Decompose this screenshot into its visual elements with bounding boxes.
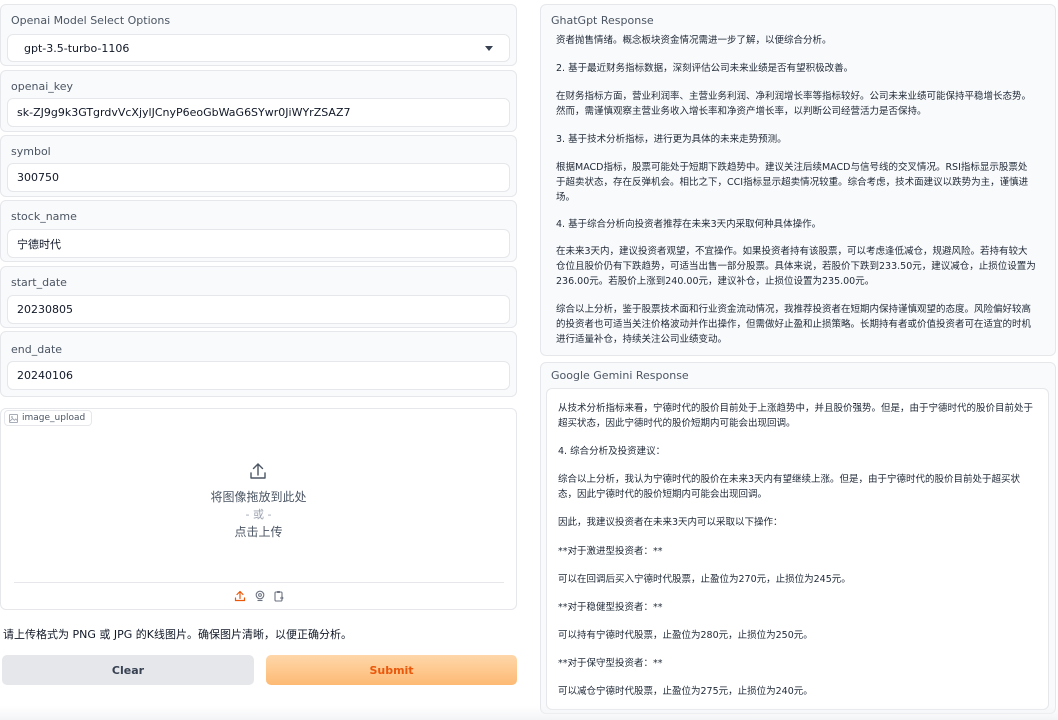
model-select-dropdown[interactable]: gpt-3.5-turbo-1106 [7,34,510,62]
upload-toolbar [14,582,504,583]
symbol-label: symbol [11,145,51,158]
symbol-panel: symbol 300750 [0,135,517,197]
symbol-input[interactable]: 300750 [7,163,510,192]
chatgpt-response-textbox[interactable]: 资者抛售情绪。概念板块资金情况需进一步了解，以便综合分析。 2. 基于最近财务指… [541,27,1055,355]
model-select-value: gpt-3.5-turbo-1106 [24,41,130,55]
openai-key-input[interactable]: sk-ZJ9g9k3GTgrdvVcXjylJCnyP6eoGbWaG6SYwr… [7,98,510,127]
chatgpt-response-label: GhatGpt Response [551,14,654,27]
gemini-paragraph: **对于激进型投资者：** [558,546,663,557]
chatgpt-paragraph: 综合以上分析，鉴于股票技术面和行业资金流动情况，我推荐投资者在短期内保持谨慎观望… [556,304,1032,345]
end-date-label: end_date [11,343,63,356]
upload-hint-text: 请上传格式为 PNG 或 JPG 的K线图片。确保图片清晰，以便正确分析。 [3,628,352,641]
stock-name-input[interactable]: 宁德时代 [7,229,510,258]
chatgpt-paragraph: 在财务指标方面，营业利润率、主营业务利润、净利润增长率等指标较好。公司未来业绩可… [556,91,1032,117]
start-date-panel: start_date 20230805 [0,266,517,328]
gemini-paragraph: 可以减仓宁德时代股票，止盈位为275元，止损位为240元。 [558,686,813,697]
stock-name-label: stock_name [11,210,77,223]
upload-drop-text[interactable]: 将图像拖放到此处 [0,488,517,505]
gemini-response-panel: Google Gemini Response 从技术分析指标来看，宁德时代的股价… [540,362,1056,714]
gemini-response-textbox[interactable]: 从技术分析指标来看，宁德时代的股价目前处于上涨趋势中，并且股价强势。但是，由于宁… [546,388,1049,710]
chatgpt-paragraph: 2. 基于最近财务指标数据，深刻评估公司未来业绩是否有望积极改善。 [556,63,854,74]
upload-click-text[interactable]: 点击上传 [0,523,517,540]
openai-key-label: openai_key [11,80,74,93]
image-icon [9,413,18,423]
symbol-value: 300750 [17,171,59,184]
chevron-down-icon [485,46,493,51]
webcam-icon[interactable] [254,590,266,602]
chatgpt-paragraph: 4. 基于综合分析向投资者推荐在未来3天内采取何种具体操作。 [556,219,822,230]
chatgpt-paragraph: 3. 基于技术分析指标，进行更为具体的未来走势预测。 [556,134,787,145]
openai-key-value: sk-ZJ9g9k3GTgrdvVcXjylJCnyP6eoGbWaG6SYwr… [17,106,351,119]
upload-icon[interactable] [234,590,246,602]
clear-button[interactable]: Clear [2,655,254,685]
gemini-paragraph: **对于保守型投资者：** [558,658,663,669]
gemini-response-label: Google Gemini Response [551,369,689,382]
stock-name-panel: stock_name 宁德时代 [0,200,517,262]
model-select-panel: Openai Model Select Options gpt-3.5-turb… [0,4,517,66]
gemini-paragraph: 可以持有宁德时代股票，止盈位为280元，止损位为250元。 [558,630,813,641]
upload-or-text: - 或 - [245,508,272,521]
chatgpt-paragraph: 在未来3天内，建议投资者观望，不宜操作。如果投资者持有该股票，可以考虑逢低减仓，… [556,246,1036,287]
stock-name-value: 宁德时代 [17,237,61,251]
start-date-label: start_date [11,276,67,289]
start-date-input[interactable]: 20230805 [7,295,510,324]
chatgpt-response-panel: GhatGpt Response 资者抛售情绪。概念板块资金情况需进一步了解，以… [540,4,1056,356]
clipboard-icon[interactable] [273,590,285,602]
chatgpt-paragraph: 根据MACD指标，股票可能处于短期下跌趋势中。建议关注后续MACD与信号线的交叉… [556,162,1029,203]
end-date-input[interactable]: 20240106 [7,361,510,390]
gemini-paragraph: 从技术分析指标来看，宁德时代的股价目前处于上涨趋势中，并且股价强势。但是，由于宁… [558,403,1034,429]
submit-button[interactable]: Submit [266,655,517,685]
image-upload-tag: image_upload [4,410,93,426]
chatgpt-paragraph: 资者抛售情绪。概念板块资金情况需进一步了解，以便综合分析。 [556,35,832,46]
gemini-paragraph: 4. 综合分析及投资建议： [558,446,666,457]
gemini-paragraph: 可以在回调后买入宁德时代股票，止盈位为270元，止损位为245元。 [558,574,851,585]
gemini-paragraph: **对于稳健型投资者：** [558,602,663,613]
upload-arrow-icon[interactable] [249,462,267,480]
image-upload-label: image_upload [22,413,86,423]
model-select-label: Openai Model Select Options [11,14,171,27]
start-date-value: 20230805 [17,303,73,316]
end-date-panel: end_date 20240106 [0,331,517,397]
page-bottom-fade [0,706,1058,720]
end-date-value: 20240106 [17,369,73,382]
gemini-paragraph: 因此，我建议投资者在未来3天内可以采取以下操作： [558,517,783,528]
gemini-paragraph: 综合以上分析，我认为宁德时代的股价在未来3天内有望继续上涨。但是，由于宁德时代的… [558,474,1021,500]
openai-key-panel: openai_key sk-ZJ9g9k3GTgrdvVcXjylJCnyP6e… [0,70,517,132]
